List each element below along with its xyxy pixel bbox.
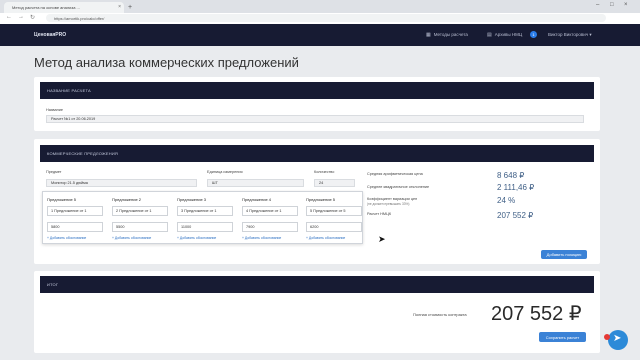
add-justification-link[interactable]: + Добавить обоснование <box>47 236 86 240</box>
app-header: ЦеноваяPRO ▦ Методы расчета ▤ Архивы НМЦ 1… <box>0 24 640 46</box>
proposal-price-input[interactable]: 5500 <box>112 222 168 232</box>
address-bar[interactable]: https://amortik.pro/calc/offer/ <box>46 14 606 22</box>
proposal-price-input[interactable]: 6200 <box>306 222 362 232</box>
add-justification-link[interactable]: + Добавить обоснование <box>242 236 281 240</box>
calc-name-input[interactable]: Расчет №1 от 20.06.2019 <box>46 115 584 123</box>
tab-close-icon[interactable]: × <box>118 4 121 10</box>
proposal-price-input[interactable]: 7900 <box>242 222 298 232</box>
proposals-panel: Предложение 5 1 Предложение от 1 5800 + … <box>42 191 363 244</box>
proposal-name-input[interactable]: 1 Предложение от 1 <box>47 206 103 216</box>
result-header: ИТОГ <box>40 276 594 293</box>
mouse-cursor-icon: ➤ <box>378 234 386 244</box>
reload-icon[interactable]: ↻ <box>30 14 35 21</box>
nmcc-label: Расчет НМЦК <box>367 212 392 216</box>
std-dev-label: Среднее квадратичное отклонение <box>367 185 430 189</box>
calc-name-label: Название <box>46 108 63 112</box>
proposal-column: Предложение 5 5 Предложение от 5 6200 + … <box>302 192 364 245</box>
proposal-title: Предложение 4 <box>242 197 272 202</box>
back-icon[interactable]: ← <box>6 14 12 20</box>
add-position-button[interactable]: Добавить позицию <box>541 250 587 259</box>
proposal-title: Предложение 2 <box>112 197 142 202</box>
unit-label: Единица измерения <box>207 170 243 174</box>
save-calculation-button[interactable]: Сохранить расчет <box>539 332 586 342</box>
chevron-down-icon: ▾ <box>589 32 592 37</box>
proposal-name-input[interactable]: 2 Предложение от 1 <box>112 206 168 216</box>
browser-chrome: Метод расчета на основе анализа ... × + … <box>0 0 640 24</box>
archive-count-badge: 1 <box>530 31 537 38</box>
add-justification-link[interactable]: + Добавить обоснование <box>112 236 151 240</box>
browser-tab-title: Метод расчета на основе анализа ... <box>12 5 80 10</box>
nav-methods-label: Методы расчета <box>433 32 468 37</box>
nav-archive[interactable]: ▤ Архивы НМЦ <box>487 32 522 38</box>
proposal-column: Предложение 5 1 Предложение от 1 5800 + … <box>43 192 105 245</box>
user-name: Виктор Викторович <box>548 32 589 37</box>
address-row: ← → ↻ https://amortik.pro/calc/offer/ <box>0 13 640 24</box>
proposal-name-input[interactable]: 5 Предложение от 5 <box>306 206 362 216</box>
archive-icon: ▤ <box>487 32 492 38</box>
add-justification-link[interactable]: + Добавить обоснование <box>177 236 216 240</box>
nav-archive-label: Архивы НМЦ <box>494 32 523 37</box>
proposal-name-input[interactable]: 4 Предложение от 1 <box>242 206 298 216</box>
telegram-icon: ➤ <box>613 333 622 344</box>
proposal-title: Предложение 3 <box>177 197 207 202</box>
proposal-column: Предложение 3 3 Предложение от 1 11000 +… <box>173 192 235 245</box>
variation-label: Коэффициент вариации цен <box>367 197 418 201</box>
maximize-icon[interactable]: □ <box>610 2 614 8</box>
notification-dot <box>604 334 610 340</box>
logo[interactable]: ЦеноваяPRO <box>34 32 66 38</box>
minimize-icon[interactable]: – <box>596 2 599 8</box>
proposal-price-input[interactable]: 11000 <box>177 222 233 232</box>
proposal-title: Предложение 5 <box>47 197 77 202</box>
product-label: Предмет <box>46 170 62 174</box>
avg-price-value: 8 648 ₽ <box>497 171 525 180</box>
qty-input[interactable]: 24 <box>314 179 355 187</box>
unit-input[interactable]: ШТ <box>207 179 304 187</box>
proposal-column: Предложение 2 2 Предложение от 1 5500 + … <box>108 192 170 245</box>
proposal-column: Предложение 4 4 Предложение от 1 7900 + … <box>238 192 300 245</box>
total-label: Полная стоимость контракта <box>413 312 467 317</box>
qty-label: Количество <box>314 170 335 174</box>
avg-price-label: Средняя арифметическая цена <box>367 172 423 176</box>
total-value: 207 552 ₽ <box>491 303 582 325</box>
calc-name-card: НАЗВАНИЕ РАСЧЕТА Название Расчет №1 от 2… <box>34 77 600 131</box>
proposal-title: Предложение 5 <box>306 197 336 202</box>
user-menu[interactable]: Виктор Викторович ▾ <box>548 32 592 38</box>
variation-value: 24 % <box>497 196 516 205</box>
calculator-icon: ▦ <box>426 32 431 38</box>
product-input[interactable]: Монитор 21.5 дюйма <box>46 179 197 187</box>
proposal-price-input[interactable]: 5800 <box>47 222 103 232</box>
forward-icon[interactable]: → <box>18 14 24 20</box>
calc-name-header: НАЗВАНИЕ РАСЧЕТА <box>40 82 594 99</box>
std-dev-value: 2 111,46 ₽ <box>497 183 535 192</box>
nav-methods[interactable]: ▦ Методы расчета <box>426 32 468 38</box>
add-justification-link[interactable]: + Добавить обоснование <box>306 236 345 240</box>
new-tab-icon[interactable]: + <box>128 4 132 11</box>
proposal-name-input[interactable]: 3 Предложение от 1 <box>177 206 233 216</box>
window-close-icon[interactable]: × <box>624 2 628 8</box>
browser-tab[interactable]: Метод расчета на основе анализа ... × <box>4 2 124 13</box>
page-title: Метод анализа коммерческих предложений <box>34 55 299 70</box>
offers-header: КОММЕРЧЕСКИЕ ПРЕДЛОЖЕНИЯ <box>40 145 594 162</box>
nmcc-value: 207 552 ₽ <box>497 211 534 220</box>
variation-sublabel: (не должен превышать 33%) <box>367 202 410 206</box>
